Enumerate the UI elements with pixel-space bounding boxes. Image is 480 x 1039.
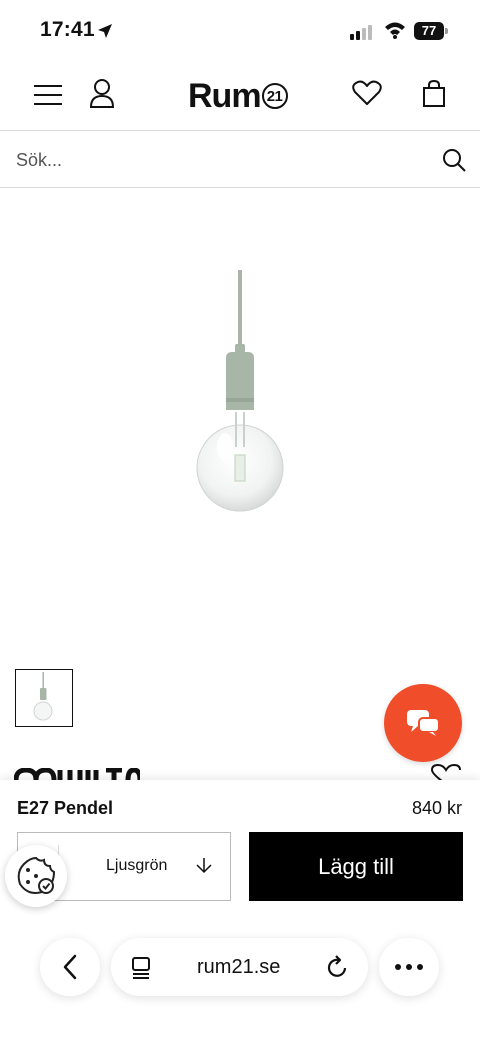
variant-value: Ljusgrön <box>106 857 168 874</box>
product-name: E27 Pendel <box>17 798 114 818</box>
location-arrow-icon <box>98 24 112 38</box>
account-icon[interactable] <box>86 76 118 110</box>
favorite-heart-icon[interactable] <box>428 764 464 780</box>
status-time: 17:41 <box>40 18 95 41</box>
menu-icon[interactable] <box>30 80 66 110</box>
battery-icon: 77 <box>414 22 448 40</box>
cookie-settings-button[interactable] <box>5 845 67 907</box>
cellular-signal-icon <box>350 25 372 40</box>
wishlist-heart-icon[interactable] <box>350 78 384 108</box>
logo-text: Rum <box>188 76 262 115</box>
tabs-icon[interactable] <box>131 957 151 979</box>
browser-back-button[interactable] <box>40 938 100 996</box>
chat-button[interactable] <box>384 684 462 762</box>
shopping-bag-icon[interactable] <box>418 78 450 110</box>
search-icon[interactable] <box>440 146 468 174</box>
chevron-left-icon <box>63 954 77 980</box>
wifi-icon <box>385 22 405 39</box>
search-bar <box>0 130 480 188</box>
status-bar: 17:41 77 <box>0 0 480 64</box>
more-options-button[interactable] <box>379 938 439 996</box>
product-price: 840 kr <box>411 798 462 818</box>
product-image[interactable] <box>150 262 330 532</box>
battery-level: 77 <box>421 23 437 38</box>
search-input[interactable] <box>14 143 418 177</box>
cookie-icon <box>17 856 56 894</box>
address-bar[interactable]: rum21.se <box>111 938 368 996</box>
add-to-cart-button[interactable]: Lägg till <box>249 832 463 901</box>
down-arrow-icon <box>196 858 212 874</box>
brand-logo <box>14 768 140 780</box>
url-text: rum21.se <box>197 956 281 978</box>
site-logo[interactable]: Rum 21 <box>188 76 298 116</box>
logo-badge: 21 <box>261 83 288 109</box>
ellipsis-icon <box>395 964 423 970</box>
chat-bubbles-icon <box>407 710 440 736</box>
product-thumbnail[interactable] <box>15 669 73 727</box>
reload-icon[interactable] <box>327 955 349 979</box>
